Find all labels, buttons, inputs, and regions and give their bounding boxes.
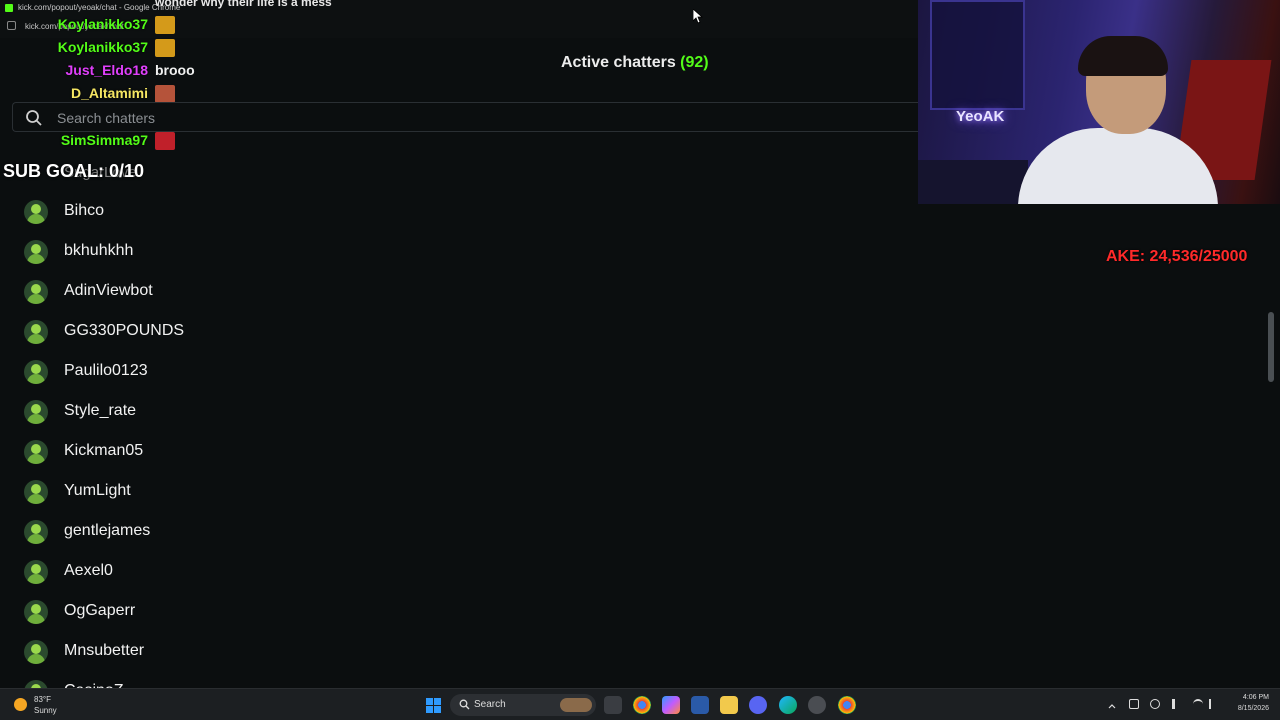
chatter-row[interactable]: bkhuhkhh (24, 239, 284, 265)
chat-username[interactable]: Koylanikko37 (58, 39, 148, 55)
microphone-icon[interactable] (1172, 699, 1182, 709)
obs-icon[interactable] (808, 696, 826, 714)
windows-taskbar: 83°F Sunny Search 4:06 PM 8/15/2026 (0, 688, 1280, 720)
chatter-avatar (24, 400, 48, 424)
weather-temperature[interactable]: 83°F (34, 695, 51, 704)
chatter-username[interactable]: Aexel0 (64, 562, 113, 580)
webcam-person-hair (1078, 36, 1168, 76)
taskbar-time[interactable]: 4:06 PM (1237, 694, 1269, 701)
chat-username[interactable]: SimSimma97 (61, 132, 148, 148)
chatter-username[interactable]: Kickman05 (64, 442, 143, 460)
webcam-overlay: YeoAK (918, 0, 1280, 204)
chat-emote-icon (155, 85, 175, 103)
chatter-username[interactable]: Mnsubetter (64, 642, 144, 660)
chatter-username[interactable]: Paulilo0123 (64, 362, 148, 380)
active-chatters-label: Active chatters (561, 54, 676, 71)
kick-favicon-icon (5, 4, 13, 12)
chatter-row[interactable]: AdinViewbot (24, 279, 284, 305)
chatter-search-input[interactable] (57, 108, 877, 128)
chatter-row[interactable]: Style_rate (24, 399, 284, 425)
discord-icon[interactable] (749, 696, 767, 714)
copilot-icon[interactable] (662, 696, 680, 714)
chat-message: D_Altamimi (0, 84, 148, 104)
search-highlight-image (560, 698, 592, 712)
chat-message-text: brooo (155, 62, 195, 78)
chrome-profile-icon[interactable] (838, 696, 856, 714)
chatter-row[interactable]: gentlejames (24, 519, 284, 545)
chat-message: SimSimma97 (0, 131, 148, 151)
chatter-avatar (24, 200, 48, 224)
weather-condition[interactable]: Sunny (34, 706, 57, 715)
store-icon[interactable] (691, 696, 709, 714)
weather-sun-icon[interactable] (14, 698, 27, 711)
tray-network-off-icon[interactable] (1150, 699, 1160, 709)
chatter-avatar (24, 240, 48, 264)
chatter-username[interactable]: AdinViewbot (64, 282, 153, 300)
chatter-username[interactable]: bkhuhkhh (64, 242, 133, 260)
chatter-username[interactable]: Style_rate (64, 402, 136, 420)
webcam-desk (918, 160, 1028, 204)
chatter-avatar (24, 520, 48, 544)
stake-goal-overlay: AKE: 24,536/25000 (1106, 248, 1248, 265)
chrome-icon[interactable] (633, 696, 651, 714)
chat-username[interactable]: Koylanikko37 (58, 16, 148, 32)
chatter-avatar (24, 560, 48, 584)
chatter-search-box[interactable] (12, 102, 918, 132)
chat-username[interactable]: Just_Eldo18 (66, 62, 148, 78)
webcam-background-window (930, 0, 1025, 110)
wifi-icon[interactable] (1193, 699, 1203, 709)
chatter-avatar (24, 320, 48, 344)
search-icon (459, 699, 470, 710)
mouse-cursor-icon (693, 9, 703, 24)
windows-start-icon[interactable] (426, 698, 441, 713)
chatter-username[interactable]: gentlejames (64, 522, 150, 540)
task-view-icon[interactable] (604, 696, 622, 714)
overlay-chat-message: wonder why their life is a mess (155, 0, 332, 9)
chat-message: Koylanikko37 (0, 38, 148, 58)
chat-message: Just_Eldo18 (0, 61, 148, 81)
chatter-row[interactable]: GG330POUNDS (24, 319, 284, 345)
chatter-row[interactable]: Paulilo0123 (24, 359, 284, 385)
active-chatters-count: (92) (680, 54, 709, 71)
chatter-username[interactable]: GG330POUNDS (64, 322, 184, 340)
chat-message: Koylanikko37 (0, 15, 148, 35)
sub-goal-overlay: SUB GOAL: 0/10 (3, 161, 145, 181)
chatter-row[interactable]: Mnsubetter (24, 639, 284, 665)
search-icon (25, 109, 43, 132)
chatter-username[interactable]: YumLight (64, 482, 131, 500)
chatter-row[interactable]: Aexel0 (24, 559, 284, 585)
chatter-row[interactable]: Bihco (24, 199, 284, 225)
edge-icon[interactable] (779, 696, 797, 714)
chatter-username[interactable]: OgGaperr (64, 602, 135, 620)
scrollbar-thumb[interactable] (1268, 312, 1274, 382)
chatter-avatar (24, 360, 48, 384)
chatter-username[interactable]: Bihco (64, 202, 104, 220)
taskbar-search-label: Search (474, 699, 506, 710)
chatter-avatar (24, 440, 48, 464)
tray-overflow-chevron-icon[interactable] (1107, 699, 1117, 709)
chatter-avatar (24, 480, 48, 504)
chat-emote-icon (155, 39, 175, 57)
chat-username[interactable]: D_Altamimi (71, 85, 148, 101)
neon-sign: YeoAK (956, 108, 1005, 125)
active-chatters-heading: Active chatters (92) (561, 54, 709, 72)
chat-emote-icon (155, 132, 175, 150)
file-explorer-icon[interactable] (720, 696, 738, 714)
taskbar-date[interactable]: 8/15/2026 (1227, 705, 1269, 712)
chatter-avatar (24, 600, 48, 624)
chatter-row[interactable]: OgGaperr (24, 599, 284, 625)
chatter-avatar (24, 640, 48, 664)
taskbar-search[interactable]: Search (450, 694, 596, 716)
chatter-row[interactable]: Kickman05 (24, 439, 284, 465)
tray-sync-icon[interactable] (1129, 699, 1139, 709)
volume-icon[interactable] (1209, 699, 1219, 709)
chatter-row[interactable]: YumLight (24, 479, 284, 505)
chat-emote-icon (155, 16, 175, 34)
chatter-avatar (24, 280, 48, 304)
